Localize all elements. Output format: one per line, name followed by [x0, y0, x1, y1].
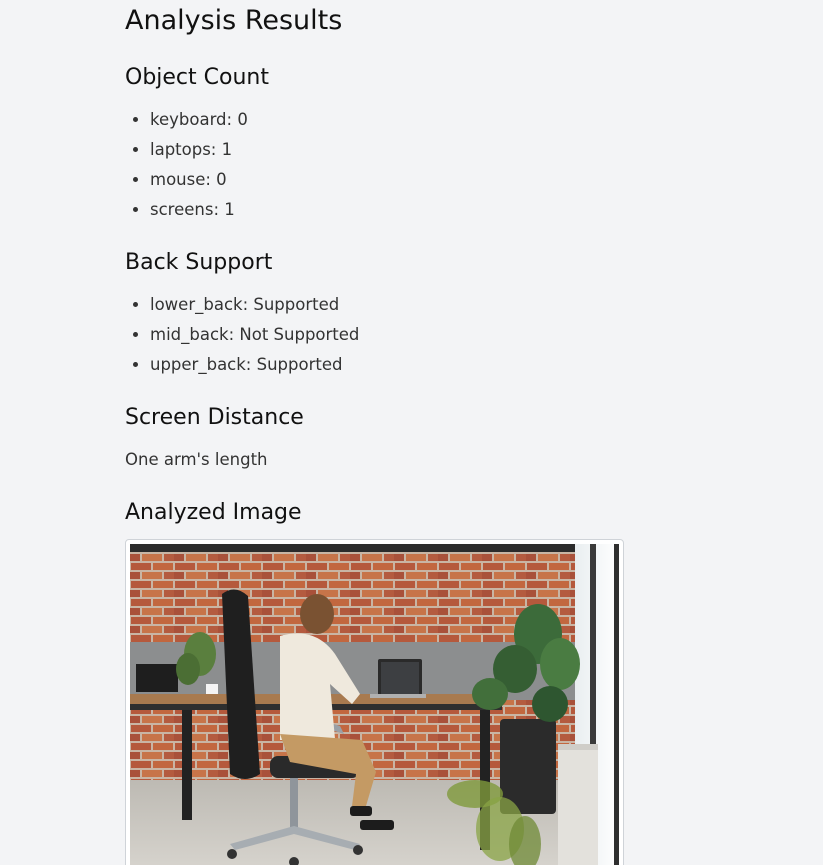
back-support-list: lower_back: Supported mid_back: Not Supp…	[125, 290, 359, 380]
list-item: screens: 1	[150, 195, 248, 225]
list-item: keyboard: 0	[150, 105, 248, 135]
list-item: mid_back: Not Supported	[150, 320, 359, 350]
page-title: Analysis Results	[125, 5, 343, 36]
screen-distance-heading: Screen Distance	[125, 405, 304, 430]
list-item: mouse: 0	[150, 165, 248, 195]
list-item: upper_back: Supported	[150, 350, 359, 380]
results-panel: Analysis Results Object Count keyboard: …	[125, 0, 685, 865]
object-count-heading: Object Count	[125, 65, 269, 90]
back-support-heading: Back Support	[125, 250, 273, 275]
screen-distance-value: One arm's length	[125, 450, 268, 469]
analyzed-image	[130, 544, 619, 865]
analyzed-image-frame	[125, 539, 624, 865]
list-item: lower_back: Supported	[150, 290, 359, 320]
list-item: laptops: 1	[150, 135, 248, 165]
analyzed-image-heading: Analyzed Image	[125, 500, 302, 525]
object-count-list: keyboard: 0 laptops: 1 mouse: 0 screens:…	[125, 105, 248, 225]
